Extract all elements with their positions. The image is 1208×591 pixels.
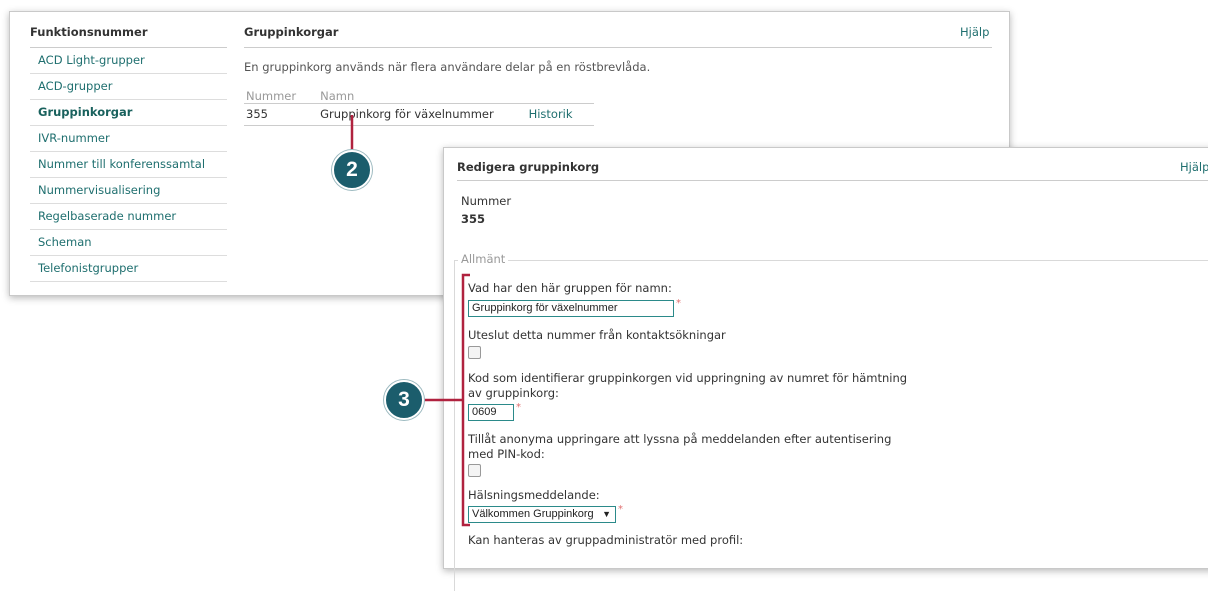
- number-label: Nummer: [461, 194, 512, 208]
- sidebar-item-number-visualization[interactable]: Nummervisualisering: [30, 178, 227, 204]
- column-header-name: Namn: [318, 88, 527, 104]
- page-title: Gruppinkorgar: [244, 25, 339, 39]
- sidebar-item-conference-numbers[interactable]: Nummer till konferenssamtal: [30, 152, 227, 178]
- divider: [244, 47, 992, 48]
- general-legend: Allmänt: [458, 252, 509, 266]
- exclude-contact-search-checkbox[interactable]: [468, 346, 481, 359]
- anonymous-callers-label-line1: Tillåt anonyma uppringare att lyssna på …: [468, 432, 892, 446]
- exclude-contact-search-label: Uteslut detta nummer från kontaktsökning…: [468, 328, 726, 342]
- anonymous-callers-checkbox[interactable]: [468, 464, 481, 477]
- table-row[interactable]: 355 Gruppinkorg för växelnummer Historik: [244, 103, 594, 126]
- admin-profile-label: Kan hanteras av gruppadministratör med p…: [468, 533, 744, 547]
- page-description: En gruppinkorg används när flera använda…: [244, 60, 651, 74]
- sidebar-item-schedules[interactable]: Scheman: [30, 230, 227, 256]
- dropdown-arrow-icon: ▼: [602, 509, 611, 519]
- required-marker: *: [618, 504, 623, 515]
- history-link[interactable]: Historik: [526, 103, 594, 126]
- sidebar-item-rule-based-numbers[interactable]: Regelbaserade nummer: [30, 204, 227, 230]
- retrieval-code-label-line2: av gruppinkorg:: [468, 386, 559, 400]
- callout-badge-2: 2: [332, 150, 372, 190]
- sidebar-item-group-inboxes[interactable]: Gruppinkorgar: [30, 100, 227, 126]
- greeting-label: Hälsningsmeddelande:: [468, 488, 600, 502]
- group-name-input[interactable]: Gruppinkorg för växelnummer: [468, 300, 674, 317]
- sidebar-item-acd-light-groups[interactable]: ACD Light-grupper: [30, 48, 227, 74]
- group-name-label: Vad har den här gruppen för namn:: [468, 281, 672, 295]
- anonymous-callers-label-line2: med PIN-kod:: [468, 447, 545, 461]
- required-marker: *: [516, 402, 521, 413]
- retrieval-code-input[interactable]: 0609: [468, 404, 514, 421]
- row-name[interactable]: Gruppinkorg för växelnummer: [318, 103, 527, 126]
- sidebar-nav: ACD Light-grupper ACD-grupper Gruppinkor…: [30, 48, 227, 282]
- required-marker: *: [676, 298, 681, 309]
- group-inbox-table: Nummer Namn 355 Gruppinkorg för växelnum…: [244, 88, 594, 126]
- greeting-select-value: Välkommen Gruppinkorg: [472, 508, 594, 520]
- greeting-select[interactable]: Välkommen Gruppinkorg ▼: [468, 506, 616, 523]
- edit-group-inbox-panel: Redigera gruppinkorg Hjälp Nummer 355 Al…: [443, 147, 1208, 591]
- column-header-actions: [526, 88, 594, 104]
- divider: [457, 180, 1208, 181]
- sidebar-item-ivr-numbers[interactable]: IVR-nummer: [30, 126, 227, 152]
- row-number: 355: [244, 103, 319, 126]
- callout-badge-3: 3: [384, 380, 424, 420]
- nav-title: Funktionsnummer: [30, 25, 148, 39]
- edit-panel-title: Redigera gruppinkorg: [457, 160, 600, 174]
- table-header-row: Nummer Namn: [244, 88, 594, 104]
- number-value: 355: [461, 212, 486, 226]
- help-link[interactable]: Hjälp: [1180, 160, 1208, 174]
- retrieval-code-label-line1: Kod som identifierar gruppinkorgen vid u…: [468, 371, 908, 385]
- help-link[interactable]: Hjälp: [960, 25, 989, 39]
- column-header-number: Nummer: [244, 88, 319, 104]
- sidebar-item-acd-groups[interactable]: ACD-grupper: [30, 74, 227, 100]
- sidebar-item-operator-groups[interactable]: Telefonistgrupper: [30, 256, 227, 282]
